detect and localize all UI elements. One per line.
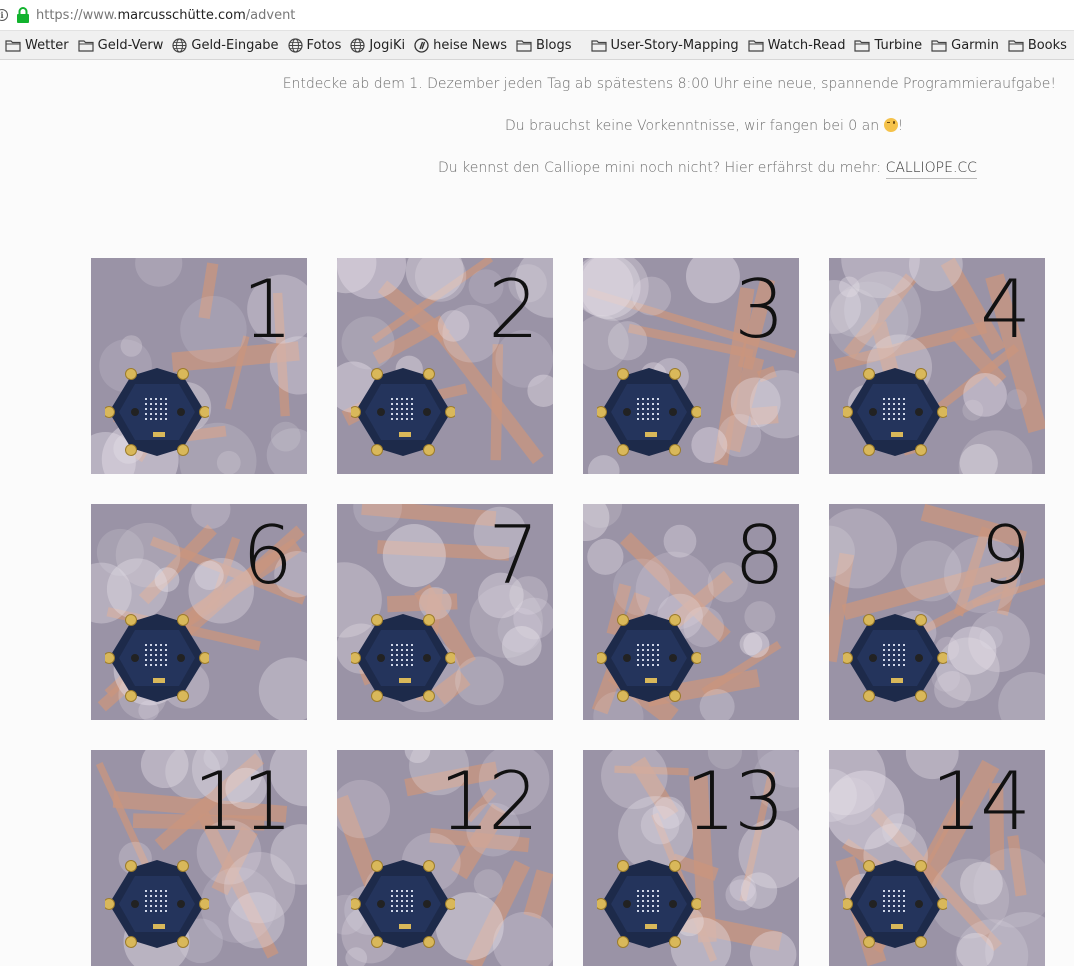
lock-icon[interactable] — [16, 7, 30, 23]
door-number: 12 — [439, 755, 539, 848]
bookmark-item[interactable]: Geld-Verw — [78, 37, 164, 53]
advent-door-tile[interactable]: 2 — [337, 258, 553, 474]
advent-door-tile[interactable]: 1 — [91, 258, 307, 474]
door-number: 1 — [242, 263, 293, 356]
globe-icon — [350, 37, 369, 53]
folder-icon — [748, 39, 768, 52]
heise-icon — [414, 37, 433, 53]
bookmark-item[interactable]: Fotos — [287, 37, 342, 53]
door-number: 2 — [488, 263, 539, 356]
intro-line-3: Du kennst den Calliope mini noch nicht? … — [438, 160, 977, 179]
advent-door-tile[interactable]: 11 — [91, 750, 307, 966]
intro-line-2: Du brauchst keine Vorkenntnisse, wir fan… — [505, 118, 904, 134]
bookmark-item[interactable]: heise News — [414, 38, 507, 53]
folder-icon — [78, 39, 98, 52]
bookmark-item[interactable]: Wetter — [5, 38, 69, 53]
advent-door-tile[interactable]: 12 — [337, 750, 553, 966]
advent-door-tile[interactable]: 7 — [337, 504, 553, 720]
folder-icon — [931, 39, 951, 52]
calliope-board-icon — [349, 854, 457, 952]
advent-door-tile[interactable]: 8 — [583, 504, 799, 720]
door-number: 13 — [685, 755, 785, 848]
bookmark-label: Blogs — [536, 37, 572, 53]
advent-door-tile[interactable]: 13 — [583, 750, 799, 966]
calliope-board-icon — [595, 608, 703, 706]
globe-icon — [172, 37, 191, 53]
door-number: 11 — [193, 755, 293, 848]
bookmark-label: Wetter — [25, 37, 69, 53]
bookmark-label: Garmin — [951, 37, 999, 53]
door-number: 9 — [980, 509, 1031, 602]
door-number: 8 — [734, 509, 785, 602]
advent-door-tile[interactable]: 6 — [91, 504, 307, 720]
door-number: 3 — [734, 263, 785, 356]
folder-icon — [1008, 39, 1028, 52]
bookmark-label: User-Story-Mapping — [610, 37, 739, 53]
bookmarks-bar: Wetter Geld-Verw Geld-Eingabe Fotos JogiKi he… — [0, 31, 1074, 60]
bookmark-item[interactable]: Watch-Read — [748, 37, 846, 53]
bookmark-label: Watch-Read — [767, 37, 846, 53]
bookmark-item[interactable]: User-Story-Mapping — [590, 37, 739, 53]
calliope-board-icon — [349, 608, 457, 706]
calliope-board-icon — [103, 854, 211, 952]
intro-line-1: Entdecke ab dem 1. Dezember jeden Tag ab… — [282, 76, 1056, 92]
url-text[interactable]: https://www.marcusschütte.com/advent — [36, 8, 295, 23]
advent-door-tile[interactable]: 14 — [829, 750, 1045, 966]
bookmark-label: Books — [1027, 37, 1067, 53]
calliope-board-icon — [349, 362, 457, 460]
advent-door-tile[interactable]: 3 — [583, 258, 799, 474]
bookmark-item[interactable]: Books — [1008, 38, 1067, 53]
calliope-board-icon — [595, 854, 703, 952]
door-number: 4 — [980, 263, 1031, 356]
globe-icon — [287, 37, 307, 53]
door-number: 14 — [931, 755, 1031, 848]
calliope-board-icon — [841, 362, 949, 460]
folder-icon — [516, 39, 536, 52]
advent-door-tile[interactable]: 4 — [829, 258, 1045, 474]
calliope-board-icon — [103, 608, 211, 706]
bookmark-label: Turbine — [874, 37, 923, 53]
folder-icon — [590, 39, 611, 52]
bookmark-item[interactable]: Turbine — [854, 38, 922, 53]
address-bar[interactable]: i https://www.marcusschütte.com/advent — [0, 0, 1074, 31]
bookmark-item[interactable]: Garmin — [931, 38, 999, 53]
bookmark-label: JogiKi — [369, 37, 406, 53]
bookmark-item[interactable]: JogiKi — [350, 38, 405, 53]
info-icon[interactable]: i — [0, 9, 8, 21]
folder-icon — [5, 39, 25, 52]
folder-icon — [854, 39, 874, 52]
door-number: 7 — [488, 509, 539, 602]
bookmark-label: Geld-Verw — [97, 37, 164, 53]
calliope-board-icon — [841, 608, 949, 706]
bookmark-label: Fotos — [306, 37, 342, 53]
bookmark-item[interactable]: Blogs — [516, 38, 572, 53]
bookmark-item[interactable]: Geld-Eingabe — [172, 37, 279, 53]
calliope-board-icon — [841, 854, 949, 952]
calliope-board-icon — [103, 362, 211, 460]
bookmark-label: heise News — [433, 37, 508, 53]
advent-door-tile[interactable]: 9 — [829, 504, 1045, 720]
calliope-link[interactable]: CALLIOPE.CC — [885, 160, 977, 179]
wink-emoji-icon — [883, 118, 898, 132]
calliope-board-icon — [595, 362, 703, 460]
door-number: 6 — [242, 509, 293, 602]
bookmark-label: Geld-Eingabe — [191, 37, 279, 53]
